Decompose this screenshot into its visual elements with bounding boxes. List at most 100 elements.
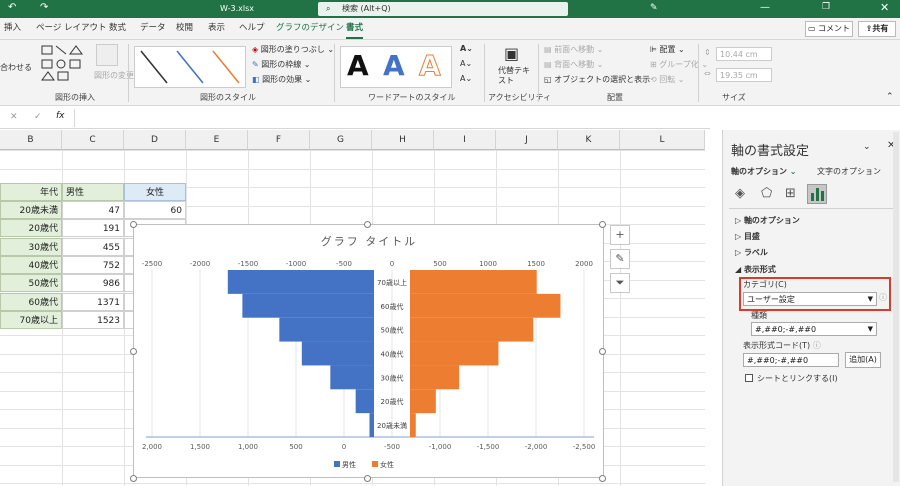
tab-help[interactable]: ヘルプ — [239, 18, 265, 39]
tab-data[interactable]: データ — [140, 18, 166, 39]
link-to-source-checkbox[interactable] — [745, 374, 753, 382]
rotate-button[interactable]: ⟲ 回転 ⌄ — [650, 74, 685, 85]
column-header[interactable]: J — [496, 130, 558, 150]
resize-handle[interactable] — [364, 221, 371, 228]
format-code-input[interactable]: #,##0;-#,##0 — [743, 353, 839, 367]
table-cell-male[interactable]: 1371 — [62, 293, 124, 311]
share-button[interactable]: ⇪共有 — [858, 21, 896, 37]
table-cell-male[interactable]: 455 — [62, 238, 124, 256]
category-select[interactable]: ユーザー設定 ▼ — [743, 292, 877, 306]
restore-icon[interactable]: ❐ — [822, 2, 830, 12]
section-labels[interactable]: ▷ ラベル — [735, 247, 768, 258]
column-header[interactable]: B — [0, 130, 62, 150]
text-outline-icon[interactable]: A⌄ — [460, 59, 472, 68]
chart-area[interactable]: グラフ タイトル -2500 -2000 -1500 -1000 -500 0 500 100… — [133, 224, 604, 478]
section-axis-options[interactable]: ▷ 軸のオプション — [735, 215, 800, 226]
column-header[interactable]: H — [372, 130, 434, 150]
table-cell-female[interactable]: 60 — [124, 201, 186, 219]
table-row-label[interactable]: 50歳代 — [0, 274, 62, 292]
section-number[interactable]: ◢ 表示形式 — [735, 264, 776, 275]
column-header[interactable]: G — [310, 130, 372, 150]
tab-text-options[interactable]: 文字のオプション — [817, 166, 881, 177]
search-box[interactable]: ⌕ 検索 (Alt+Q) — [318, 2, 568, 16]
send-backward-button[interactable]: ▤ 背面へ移動 ⌄ — [544, 59, 603, 70]
table-row-label[interactable]: 20歳未満 — [0, 201, 62, 219]
table-row-label[interactable]: 30歳代 — [0, 238, 62, 256]
group-button[interactable]: ⊞ グループ化 ⌄ — [650, 59, 708, 70]
merge-label[interactable]: 合わせる — [0, 62, 32, 73]
redo-icon[interactable]: ↷ — [40, 2, 48, 13]
wordart-gallery[interactable]: A A A — [340, 46, 452, 88]
resize-handle[interactable] — [364, 475, 371, 482]
fill-line-icon[interactable]: ◈ — [735, 186, 745, 201]
text-fill-icon[interactable]: A⌄ — [460, 44, 473, 53]
effects-pentagon-icon[interactable]: ⬠ — [761, 186, 772, 201]
column-header[interactable]: C — [62, 130, 124, 150]
function-icon[interactable]: fx — [56, 111, 65, 121]
info-icon[interactable]: ⓘ — [813, 341, 821, 350]
resize-handle[interactable] — [130, 221, 137, 228]
table-row-label[interactable]: 70歳以上 — [0, 311, 62, 329]
resize-handle[interactable] — [599, 221, 606, 228]
close-window-icon[interactable]: ✕ — [880, 1, 889, 14]
table-header-label[interactable]: 年代 — [0, 183, 62, 201]
table-row-label[interactable]: 20歳代 — [0, 219, 62, 237]
formula-input[interactable] — [74, 109, 704, 127]
chart-styles-brush-icon[interactable]: ✎ — [610, 249, 630, 269]
shape-effects-button[interactable]: ◧ 図形の効果 ⌄ — [252, 74, 311, 85]
table-row-label[interactable]: 60歳代 — [0, 293, 62, 311]
table-row-label[interactable]: 40歳代 — [0, 256, 62, 274]
width-input[interactable]: 19.35 cm — [716, 68, 772, 82]
pane-scrollbar[interactable] — [893, 132, 899, 482]
info-icon[interactable]: ⓘ — [879, 292, 887, 303]
minimize-icon[interactable]: — — [760, 2, 770, 13]
column-header[interactable]: L — [620, 130, 705, 150]
tab-insert[interactable]: 挿入 — [4, 18, 21, 39]
tab-view[interactable]: 表示 — [208, 18, 225, 39]
tab-page-layout[interactable]: ページ レイアウト — [36, 18, 107, 39]
selection-pane-button[interactable]: ◱ オブジェクトの選択と表示 — [544, 74, 650, 85]
alt-text-button[interactable]: 代替テキスト — [498, 66, 530, 86]
comment-button[interactable]: ▭ コメント — [805, 21, 853, 37]
tab-format[interactable]: 書式 — [346, 18, 364, 39]
table-cell-male[interactable]: 191 — [62, 219, 124, 237]
chart-elements-plus-icon[interactable]: + — [610, 225, 630, 245]
text-effects-icon[interactable]: A⌄ — [460, 74, 472, 83]
column-header[interactable]: I — [434, 130, 496, 150]
axis-options-bar-icon[interactable] — [807, 184, 827, 204]
cancel-icon[interactable]: ✕ — [10, 112, 18, 122]
pen-icon[interactable]: ✎ — [650, 3, 658, 13]
table-header-male[interactable]: 男性 — [62, 183, 124, 201]
pane-options-chevron-icon[interactable]: ⌄ — [863, 142, 871, 152]
column-header[interactable]: F — [248, 130, 310, 150]
table-cell-male[interactable]: 752 — [62, 256, 124, 274]
table-cell-male[interactable]: 1523 — [62, 311, 124, 329]
column-header[interactable]: E — [186, 130, 248, 150]
tab-axis-options[interactable]: 軸のオプション ⌄ — [731, 166, 797, 177]
align-button[interactable]: ⊫ 配置 ⌄ — [650, 44, 685, 55]
undo-icon[interactable]: ↶ — [8, 2, 16, 13]
confirm-icon[interactable]: ✓ — [34, 112, 42, 122]
chart-title[interactable]: グラフ タイトル — [321, 234, 418, 248]
height-input[interactable]: 10.44 cm — [716, 47, 772, 61]
tab-formulas[interactable]: 数式 — [109, 18, 126, 39]
resize-handle[interactable] — [130, 475, 137, 482]
table-header-female[interactable]: 女性 — [124, 183, 186, 201]
resize-handle[interactable] — [599, 475, 606, 482]
table-cell-male[interactable]: 986 — [62, 274, 124, 292]
table-cell-male[interactable]: 47 — [62, 201, 124, 219]
chart-filter-icon[interactable]: ⏷ — [610, 273, 630, 293]
shape-style-gallery[interactable] — [134, 46, 246, 88]
shape-fill-button[interactable]: ◈ 図形の塗りつぶし ⌄ — [252, 44, 334, 55]
size-properties-icon[interactable]: ⊞ — [785, 186, 796, 201]
column-header[interactable]: K — [558, 130, 620, 150]
collapse-ribbon-icon[interactable]: ⌃ — [886, 92, 894, 102]
tab-review[interactable]: 校閲 — [176, 18, 193, 39]
shape-outline-button[interactable]: ✎ 図形の枠線 ⌄ — [252, 59, 311, 70]
bring-forward-button[interactable]: ▤ 前面へ移動 ⌄ — [544, 44, 603, 55]
column-header[interactable]: D — [124, 130, 186, 150]
resize-handle[interactable] — [130, 348, 137, 355]
tab-chart-design[interactable]: グラフのデザイン — [276, 18, 344, 39]
shapes-gallery[interactable] — [40, 44, 92, 84]
section-tick-marks[interactable]: ▷ 目盛 — [735, 231, 760, 242]
